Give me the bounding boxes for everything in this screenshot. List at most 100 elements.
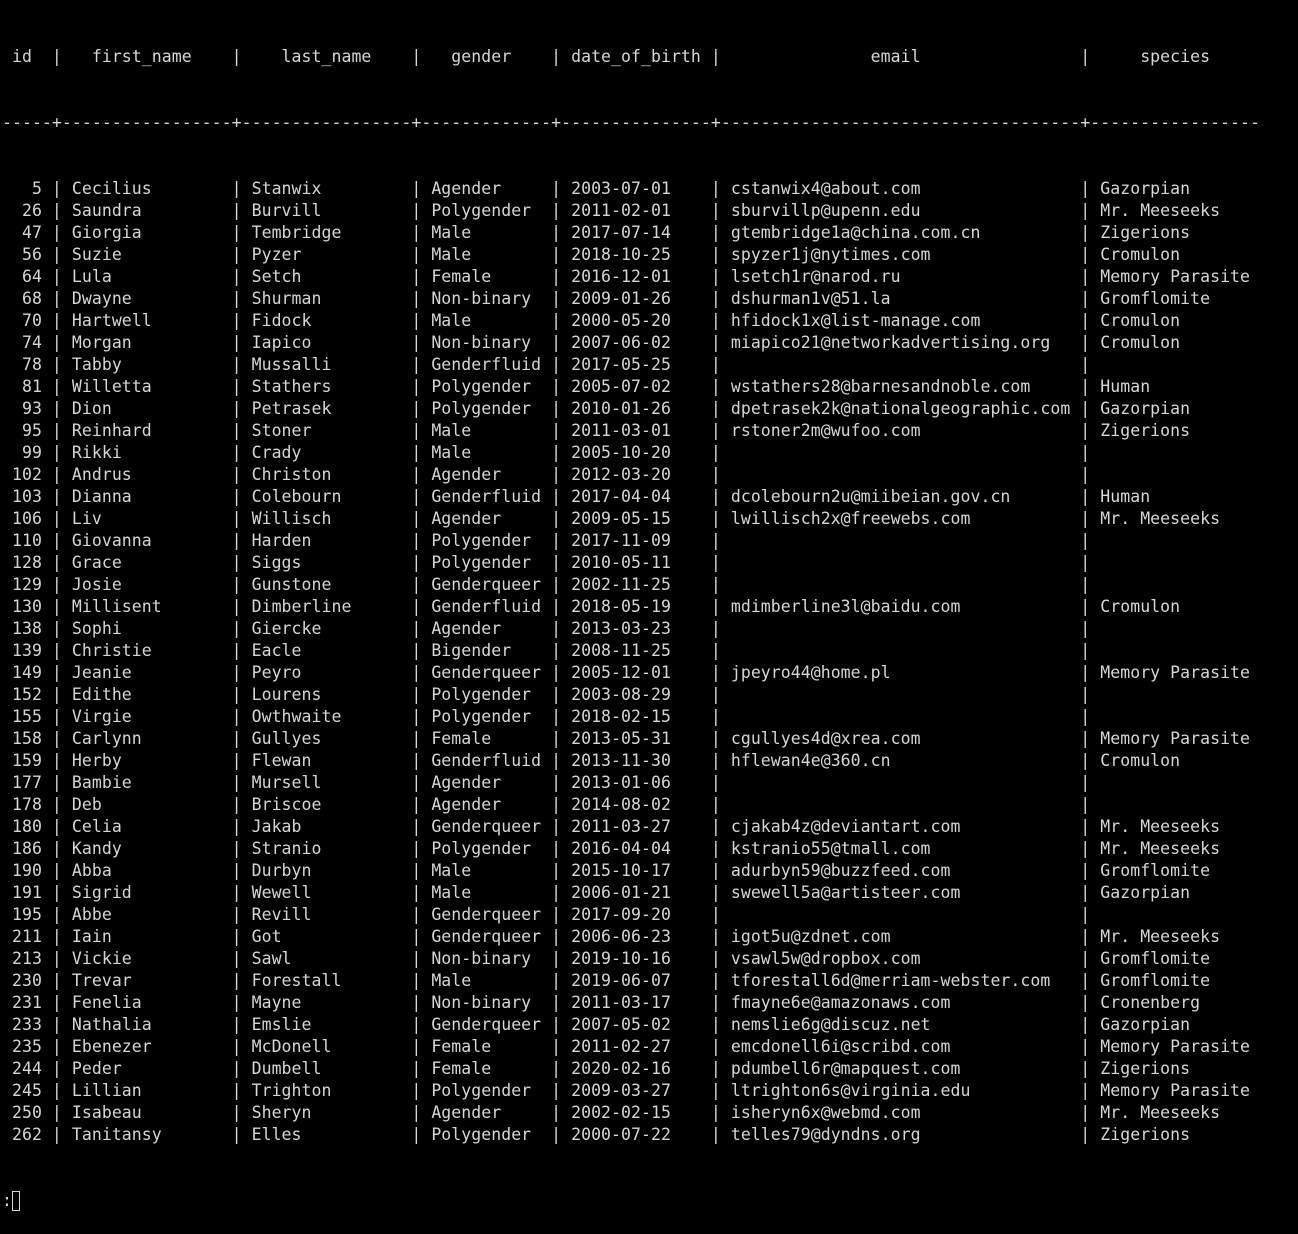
cell-first-name: Lula [61, 267, 232, 286]
table-row: 129 | Josie | Gunstone | Genderqueer | 2… [2, 574, 1260, 596]
cell-species: Gromflomite [1090, 971, 1261, 990]
cell-species [1090, 641, 1260, 660]
column-header-first-name: first_name [61, 47, 232, 66]
column-divider: | [411, 1103, 422, 1122]
column-divider: | [710, 1081, 721, 1100]
cell-email: mdimberline3l@baidu.com [720, 597, 1081, 616]
cell-last-name: Revill [241, 905, 412, 924]
cell-first-name: Millisent [61, 597, 232, 616]
cell-gender: Female [421, 1059, 552, 1078]
column-divider: | [710, 179, 721, 198]
column-divider: | [51, 773, 62, 792]
column-divider: | [551, 597, 562, 616]
cell-id: 26 [2, 201, 52, 220]
column-divider: | [551, 465, 562, 484]
cell-date-of-birth: 2011-02-01 [561, 201, 711, 220]
cell-gender: Genderqueer [421, 1015, 552, 1034]
column-divider: | [411, 47, 422, 66]
column-header-last-name: last_name [241, 47, 412, 66]
column-divider: | [231, 311, 242, 330]
column-divider: | [231, 597, 242, 616]
column-divider: | [411, 949, 422, 968]
pager-prompt[interactable]: : [2, 1190, 1260, 1212]
table-row: 68 | Dwayne | Shurman | Non-binary | 200… [2, 288, 1260, 310]
cell-last-name: Mayne [241, 993, 412, 1012]
column-divider: | [411, 333, 422, 352]
cell-last-name: Stoner [241, 421, 412, 440]
cell-first-name: Abba [61, 861, 232, 880]
column-divider: | [551, 179, 562, 198]
cell-date-of-birth: 2018-02-15 [561, 707, 711, 726]
column-divider: | [551, 1125, 562, 1144]
column-divider: | [231, 1081, 242, 1100]
cell-species [1090, 355, 1260, 374]
cell-id: 190 [2, 861, 52, 880]
cell-first-name: Christie [61, 641, 232, 660]
table-row: 213 | Vickie | Sawl | Non-binary | 2019-… [2, 948, 1260, 970]
table-row: 244 | Peder | Dumbell | Female | 2020-02… [2, 1058, 1260, 1080]
cell-date-of-birth: 2014-08-02 [561, 795, 711, 814]
column-divider: | [1080, 1015, 1091, 1034]
column-divider: | [710, 201, 721, 220]
column-divider: | [551, 421, 562, 440]
cell-email: hfidock1x@list-manage.com [720, 311, 1081, 330]
cell-first-name: Isabeau [61, 1103, 232, 1122]
cell-gender: Polygender [421, 377, 552, 396]
column-divider: | [231, 817, 242, 836]
cell-first-name: Sigrid [61, 883, 232, 902]
cell-species [1090, 531, 1260, 550]
cell-gender: Polygender [421, 201, 552, 220]
cell-last-name: Giercke [241, 619, 412, 638]
cell-email: fmayne6e@amazonaws.com [720, 993, 1081, 1012]
cell-first-name: Josie [61, 575, 232, 594]
cell-id: 130 [2, 597, 52, 616]
cell-species [1090, 465, 1260, 484]
cell-email: rstoner2m@wufoo.com [720, 421, 1081, 440]
cell-date-of-birth: 2003-08-29 [561, 685, 711, 704]
cell-id: 213 [2, 949, 52, 968]
column-divider: | [1080, 201, 1091, 220]
column-divider: | [1080, 1081, 1091, 1100]
column-divider: | [411, 883, 422, 902]
cell-gender: Polygender [421, 531, 552, 550]
column-divider: | [1080, 311, 1091, 330]
column-divider: | [411, 575, 422, 594]
column-divider: | [411, 1059, 422, 1078]
column-divider: | [551, 839, 562, 858]
cell-date-of-birth: 2017-05-25 [561, 355, 711, 374]
column-divider: | [411, 399, 422, 418]
column-divider: | [1080, 729, 1091, 748]
table-row: 178 | Deb | Briscoe | Agender | 2014-08-… [2, 794, 1260, 816]
column-divider: | [411, 839, 422, 858]
column-divider: | [51, 685, 62, 704]
cell-gender: Genderqueer [421, 817, 552, 836]
cursor-icon [11, 1191, 20, 1211]
column-divider: | [1080, 47, 1091, 66]
column-divider: | [551, 751, 562, 770]
column-divider: | [1080, 641, 1091, 660]
cell-first-name: Peder [61, 1059, 232, 1078]
cell-first-name: Abbe [61, 905, 232, 924]
column-divider: | [710, 751, 721, 770]
column-divider: | [551, 443, 562, 462]
column-divider: | [710, 1125, 721, 1144]
cell-email: cgullyes4d@xrea.com [720, 729, 1081, 748]
column-divider: | [51, 817, 62, 836]
column-divider: | [231, 1059, 242, 1078]
column-divider: | [551, 685, 562, 704]
column-divider: | [411, 707, 422, 726]
column-divider: | [1080, 575, 1091, 594]
cell-date-of-birth: 2020-02-16 [561, 1059, 711, 1078]
cell-date-of-birth: 2015-10-17 [561, 861, 711, 880]
column-divider: | [710, 531, 721, 550]
cell-gender: Polygender [421, 685, 552, 704]
cell-id: 233 [2, 1015, 52, 1034]
cell-species: Mr. Meeseeks [1090, 817, 1261, 836]
cell-first-name: Dion [61, 399, 232, 418]
cell-last-name: Dimberline [241, 597, 412, 616]
column-header-gender: gender [421, 47, 552, 66]
cell-email: lwillisch2x@freewebs.com [720, 509, 1081, 528]
cell-species: Memory Parasite [1090, 1037, 1261, 1056]
cell-last-name: Sawl [241, 949, 412, 968]
cell-first-name: Hartwell [61, 311, 232, 330]
